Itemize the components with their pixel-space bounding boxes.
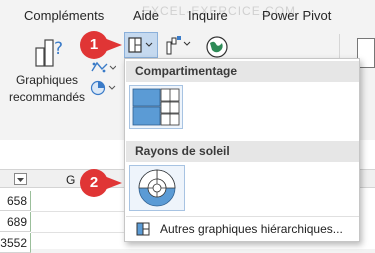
ribbon-tab-bar: EXCEL-EXERCICE.COM Compléments Aide Inqu…	[0, 0, 375, 30]
tab-inquire[interactable]: Inquire	[188, 8, 228, 23]
gridline	[31, 211, 124, 212]
cell-value[interactable]: 689	[0, 212, 31, 232]
tab-aide[interactable]: Aide	[133, 8, 159, 23]
hierarchy-chart-button[interactable]	[124, 32, 158, 58]
scatter-chart-icon[interactable]	[90, 60, 117, 74]
section-header-treemap: Compartimentage	[126, 61, 359, 82]
recommended-charts-icon[interactable]: ?	[34, 36, 68, 68]
map-chart-icon[interactable]	[204, 34, 230, 60]
cell-value[interactable]: 658	[0, 191, 31, 211]
tab-power-pivot[interactable]: Power Pivot	[262, 8, 331, 23]
pie-chart-icon[interactable]	[90, 80, 116, 96]
more-hierarchy-charts-label: Autres graphiques hiérarchiques...	[160, 222, 343, 236]
cell-value[interactable]: 3552	[0, 233, 31, 253]
waterfall-chart-icon[interactable]	[165, 34, 193, 56]
column-header-g[interactable]: G	[66, 173, 75, 187]
treemap-small-icon	[136, 222, 150, 236]
hierarchy-chart-menu: Compartimentage Rayons de soleil Autres …	[124, 58, 360, 242]
sunburst-chart-option[interactable]	[129, 165, 185, 211]
step-1-arrow-icon	[104, 38, 122, 52]
treemap-chart-option[interactable]	[129, 85, 183, 129]
tab-complements[interactable]: Compléments	[24, 8, 104, 23]
gridline	[31, 232, 124, 233]
step-2-arrow-icon	[104, 176, 122, 190]
more-hierarchy-charts-item[interactable]: Autres graphiques hiérarchiques...	[126, 216, 359, 240]
recommended-charts-label[interactable]: Graphiques recommandés	[4, 72, 90, 106]
svg-text:?: ?	[54, 39, 63, 59]
section-header-sunburst: Rayons de soleil	[126, 141, 359, 162]
filter-dropdown-icon[interactable]	[14, 173, 27, 185]
